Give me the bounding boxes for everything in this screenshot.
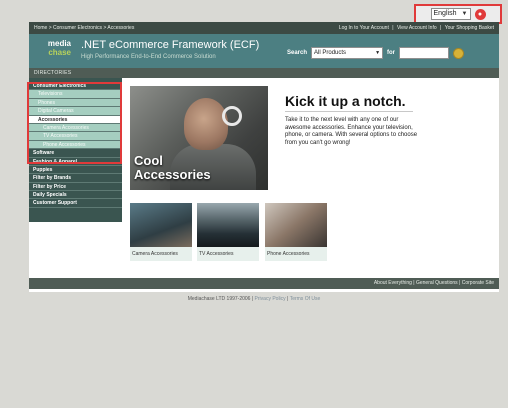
copyright-line: Mediachase LTD 1997-2006 | Privacy Polic… [187, 296, 321, 302]
search-category-select[interactable]: All Products ▼ [311, 47, 384, 59]
sidebar-item-fashion[interactable]: Fashion & Apparel [29, 157, 122, 166]
search-label: Search [287, 50, 308, 56]
mediachase-logo[interactable]: media chase [37, 39, 71, 64]
footer-bar[interactable]: About Everything | General Questions | C… [29, 278, 499, 289]
sidebar-item-filter-price[interactable]: Filter by Price [29, 182, 122, 192]
camera-accessories-image[interactable] [130, 203, 192, 247]
breadcrumb[interactable]: Home > Consumer Electronics > Accessorie… [34, 22, 134, 34]
directories-bar: DIRECTORIES [29, 68, 499, 78]
shopping-basket-link[interactable]: Your Shopping Basket [445, 25, 494, 31]
promo-divider [285, 111, 413, 112]
language-selector-area: English ▼ ● [414, 4, 502, 24]
sidebar-item-customer-support[interactable]: Customer Support [29, 199, 122, 208]
search-input[interactable] [399, 47, 450, 59]
sidebar-item-consumer-electronics[interactable]: Consumer Electronics [29, 82, 122, 91]
account-info-link[interactable]: View Account Info [397, 25, 437, 31]
promo-body: Take it to the next level with any one o… [285, 117, 418, 146]
sidebar-item-software[interactable]: Software [29, 149, 122, 158]
sidebar-item-filter-brands[interactable]: Filter by Brands [29, 174, 122, 183]
hero-caption: Cool Accessories [134, 153, 211, 182]
phone-accessories-image[interactable] [265, 203, 327, 247]
chevron-down-icon: ▼ [461, 11, 468, 17]
headphones-icon [222, 106, 242, 126]
top-nav-bar: Home > Consumer Electronics > Accessorie… [29, 22, 499, 34]
thumbnail-phone-accessories[interactable]: Phone Accessories [265, 203, 327, 261]
hero-person-head [184, 98, 228, 150]
chevron-down-icon: ▼ [375, 50, 381, 56]
terms-of-use-link[interactable]: Terms Of Use [290, 296, 321, 302]
store-page: Home > Consumer Electronics > Accessorie… [27, 22, 499, 292]
sidebar-item-puppies[interactable]: Puppies [29, 165, 122, 175]
sidebar-item-camera-accessories[interactable]: Camera Accessories [29, 123, 122, 133]
site-subtitle: High Performance End-to-End Commerce Sol… [81, 54, 216, 60]
account-links: Log In to Your Account | View Account In… [338, 25, 494, 31]
sidebar-item-digital-cameras[interactable]: Digital Cameras [29, 107, 122, 116]
sidebar-item-daily-specials[interactable]: Daily Specials [29, 191, 122, 200]
sidebar-item-accessories[interactable]: Accessories [29, 115, 122, 124]
sidebar-item-tv-accessories[interactable]: TV Accessories [29, 132, 122, 141]
login-link[interactable]: Log In to Your Account [339, 25, 389, 31]
thumbnail-tv-accessories[interactable]: TV Accessories [197, 203, 259, 261]
privacy-policy-link[interactable]: Privacy Policy [255, 296, 286, 302]
sidebar-nav: Consumer Electronics Televisions Phones … [27, 78, 122, 222]
thumbnail-label[interactable]: Phone Accessories [265, 247, 327, 261]
sidebar-item-phones[interactable]: Phones [29, 98, 122, 108]
promo-headline: Kick it up a notch. [285, 93, 406, 109]
search-for-label: for [387, 50, 396, 56]
thumbnail-camera-accessories[interactable]: Camera Accessories [130, 203, 192, 261]
language-go-button[interactable]: ● [474, 8, 486, 20]
tv-accessories-image[interactable] [197, 203, 259, 247]
thumbnail-label[interactable]: TV Accessories [197, 247, 259, 261]
search-go-button[interactable] [453, 47, 465, 59]
language-select[interactable]: English ▼ [430, 8, 471, 20]
sidebar-item-televisions[interactable]: Televisions [29, 90, 122, 99]
sidebar-item-phone-accessories[interactable]: Phone Accessories [29, 140, 122, 150]
thumbnail-label[interactable]: Camera Accessories [130, 247, 192, 261]
site-title: .NET eCommerce Framework (ECF) [81, 39, 260, 51]
hero-banner-image[interactable]: Cool Accessories [130, 86, 268, 190]
site-header: media chase .NET eCommerce Framework (EC… [29, 34, 499, 68]
search-bar: Search All Products ▼ for [287, 47, 465, 59]
